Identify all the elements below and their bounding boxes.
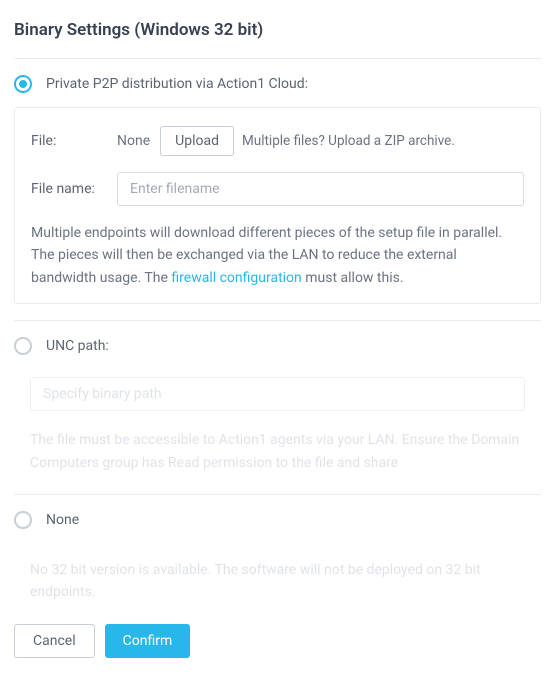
unc-info-text: The file must be accessible to Action1 a… xyxy=(30,429,525,474)
filename-input[interactable] xyxy=(117,172,524,206)
unc-path-input[interactable] xyxy=(30,377,525,411)
filename-label: File name: xyxy=(31,181,117,197)
p2p-panel: File: None Upload Multiple files? Upload… xyxy=(14,107,541,304)
confirm-button[interactable]: Confirm xyxy=(105,624,191,658)
radio-p2p-icon[interactable] xyxy=(14,75,32,93)
option-p2p-row[interactable]: Private P2P distribution via Action1 Clo… xyxy=(14,59,541,107)
p2p-info-post: must allow this. xyxy=(302,270,404,286)
upload-hint: Multiple files? Upload a ZIP archive. xyxy=(242,133,455,149)
firewall-config-link[interactable]: firewall configuration xyxy=(171,270,301,286)
radio-none-icon[interactable] xyxy=(14,511,32,529)
file-value: None xyxy=(117,133,150,149)
radio-unc-icon[interactable] xyxy=(14,337,32,355)
none-info-text: No 32 bit version is available. The soft… xyxy=(30,559,525,604)
file-row: File: None Upload Multiple files? Upload… xyxy=(31,126,524,156)
cancel-button[interactable]: Cancel xyxy=(14,624,95,658)
unc-panel: The file must be accessible to Action1 a… xyxy=(14,369,541,478)
option-unc-label: UNC path: xyxy=(46,338,109,354)
option-unc-row[interactable]: UNC path: xyxy=(14,321,541,369)
upload-button[interactable]: Upload xyxy=(160,126,234,156)
actions-row: Cancel Confirm xyxy=(14,624,541,658)
option-none-row[interactable]: None xyxy=(14,495,541,543)
p2p-info-text: Multiple endpoints will download differe… xyxy=(31,222,524,289)
file-label: File: xyxy=(31,133,117,149)
page-title: Binary Settings (Windows 32 bit) xyxy=(14,20,541,40)
option-p2p-label: Private P2P distribution via Action1 Clo… xyxy=(46,76,308,92)
option-none-label: None xyxy=(46,512,79,528)
none-panel: No 32 bit version is available. The soft… xyxy=(14,543,541,608)
filename-row: File name: xyxy=(31,172,524,206)
